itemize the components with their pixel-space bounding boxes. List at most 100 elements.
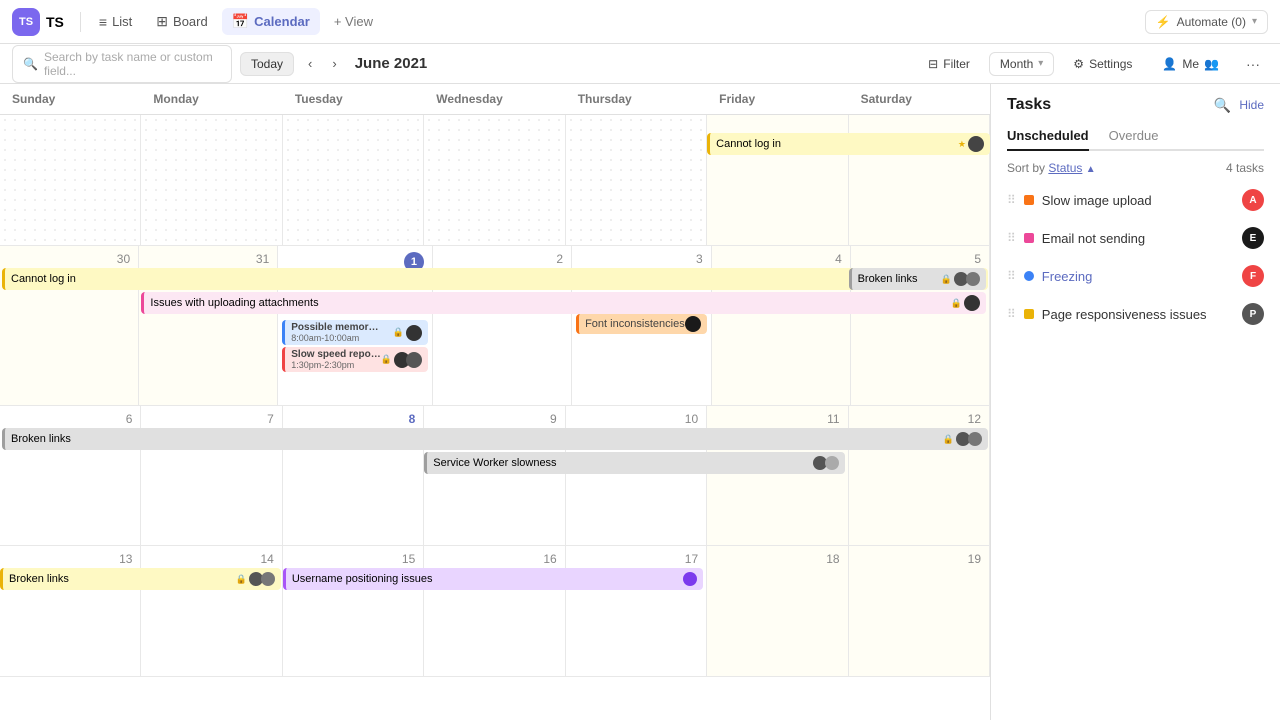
cell-jun11: 11 — [707, 406, 848, 545]
day-14: 14 — [145, 550, 277, 568]
day-header-mon: Monday — [141, 84, 282, 114]
event-broken-links-week2[interactable]: Broken links 🔒 — [2, 428, 988, 450]
more-options-button[interactable]: ··· — [1238, 52, 1268, 76]
settings-label: Settings — [1089, 57, 1132, 71]
sort-field-link[interactable]: Status — [1048, 161, 1082, 175]
add-view-label: + View — [334, 14, 373, 29]
cell-jun17: 17 — [566, 546, 707, 676]
drag-handle[interactable]: ⠿ — [1007, 231, 1016, 245]
task-avatar-2: E — [1242, 227, 1264, 249]
event-possible-memory[interactable]: Possible memor… 8:00am-10:00am 🔒 — [282, 320, 428, 345]
tab-unscheduled[interactable]: Unscheduled — [1007, 122, 1089, 151]
drag-handle[interactable]: ⠿ — [1007, 193, 1016, 207]
app-logo: TS TS — [12, 8, 64, 36]
task-item-freezing[interactable]: ⠿ Freezing F — [999, 257, 1272, 295]
event-avatar — [685, 316, 701, 332]
today-button[interactable]: Today — [240, 52, 294, 76]
font-event-wrapper: Font inconsistencies — [576, 314, 707, 334]
avatar2 — [966, 272, 980, 286]
settings-button[interactable]: ⚙ Settings — [1062, 52, 1143, 76]
me-button[interactable]: 👤 Me 👥 — [1151, 52, 1230, 76]
next-month-arrow[interactable]: › — [326, 52, 342, 75]
event-uploading-attachments[interactable]: Issues with uploading attachments 🔒 — [141, 292, 986, 314]
day-12: 12 — [853, 410, 985, 428]
day-11: 11 — [711, 410, 843, 428]
month-title: June 2021 — [355, 55, 428, 72]
event-broken-links-week3[interactable]: Broken links 🔒 — [0, 568, 281, 590]
task-avatar-4: P — [1242, 303, 1264, 325]
task-item-slow-image[interactable]: ⠿ Slow image upload A — [999, 181, 1272, 219]
tab-overdue[interactable]: Overdue — [1109, 122, 1159, 151]
event-label: Cannot log in — [716, 138, 781, 150]
me-label: Me — [1182, 57, 1199, 71]
lock-icon: 🔒 — [393, 327, 404, 338]
event-cannot-log-in-week1[interactable]: Cannot log in 🔒 — [2, 268, 988, 290]
day-7: 7 — [145, 410, 277, 428]
nav-tab-list[interactable]: ≡ List — [89, 9, 142, 35]
avatar — [683, 572, 697, 586]
drag-handle[interactable]: ⠿ — [1007, 307, 1016, 321]
tasks-tabs: Unscheduled Overdue — [1007, 122, 1264, 151]
task-item-page-responsiveness[interactable]: ⠿ Page responsiveness issues P — [999, 295, 1272, 333]
event-cannot-log-in-week0[interactable]: Cannot log in ★ — [707, 133, 990, 155]
tasks-actions: 🔍 Hide — [1214, 97, 1264, 114]
calendar-week-1: 30 31 1 Possible memor… 8:00am-10:00am — [0, 246, 990, 406]
cell-jun9: 9 — [424, 406, 565, 545]
day-header-tue: Tuesday — [283, 84, 424, 114]
task-avatar-3: F — [1242, 265, 1264, 287]
event-username-positioning[interactable]: Username positioning issues — [283, 568, 703, 590]
tasks-count: 4 tasks — [1226, 161, 1264, 175]
lock-icon: 🔒 — [236, 574, 247, 585]
month-chevron: ▾ — [1038, 58, 1043, 69]
day-31: 31 — [143, 250, 273, 268]
lock-icon: 🔒 — [951, 298, 962, 309]
search-placeholder: Search by task name or custom field... — [44, 50, 221, 78]
cell-prev-sun — [0, 115, 141, 245]
cell-jun19: 19 — [849, 546, 990, 676]
avatar2 — [261, 572, 275, 586]
day-6: 6 — [4, 410, 136, 428]
app-name: TS — [46, 14, 64, 30]
logo-circle: TS — [12, 8, 40, 36]
search-icon: 🔍 — [23, 57, 38, 71]
cell-jun13: 13 — [0, 546, 141, 676]
event-broken-links-week1[interactable]: Broken links 🔒 — [849, 268, 986, 290]
event-slow-speed[interactable]: Slow speed repo… 1:30pm-2:30pm 🔒 — [282, 347, 428, 372]
event-avatar — [406, 325, 422, 341]
month-view-button[interactable]: Month ▾ — [989, 52, 1054, 76]
month-btn-label: Month — [1000, 57, 1033, 71]
day-30: 30 — [4, 250, 134, 268]
tasks-search-icon[interactable]: 🔍 — [1214, 97, 1231, 114]
task-item-email[interactable]: ⠿ Email not sending E — [999, 219, 1272, 257]
nav-tab-calendar[interactable]: 📅 Calendar — [222, 8, 320, 35]
cell-jun12: 12 — [849, 406, 990, 545]
board-icon: ⊞ — [156, 13, 168, 30]
main-content: Sunday Monday Tuesday Wednesday Thursday… — [0, 84, 1280, 720]
sort-direction-icon: ▲ — [1086, 164, 1096, 175]
calendar-body: Cannot log in ★ 30 31 1 — [0, 115, 990, 720]
automate-label: Automate (0) — [1177, 15, 1246, 29]
drag-handle[interactable]: ⠿ — [1007, 269, 1016, 283]
cell-jun15: 15 — [283, 546, 424, 676]
tasks-panel: Tasks 🔍 Hide Unscheduled Overdue Sort by… — [990, 84, 1280, 720]
cell-jun18: 18 — [707, 546, 848, 676]
event-avatar — [968, 136, 984, 152]
automate-btn[interactable]: ⚡ Automate (0) ▾ — [1145, 10, 1268, 34]
nav-tab-board-label: Board — [173, 14, 208, 29]
toolbar: 🔍 Search by task name or custom field...… — [0, 44, 1280, 84]
nav-tab-board[interactable]: ⊞ Board — [146, 8, 217, 35]
group-icon: 👥 — [1204, 57, 1219, 71]
task-name-3[interactable]: Freezing — [1042, 269, 1234, 284]
task-name-4: Page responsiveness issues — [1042, 307, 1234, 322]
search-box[interactable]: 🔍 Search by task name or custom field... — [12, 45, 232, 83]
add-view-btn[interactable]: + View — [324, 9, 383, 34]
event-label: Broken links — [11, 433, 71, 445]
event-service-worker[interactable]: Service Worker slowness — [424, 452, 844, 474]
filter-button[interactable]: ⊟ Filter — [917, 52, 981, 76]
hide-button[interactable]: Hide — [1239, 98, 1264, 112]
day-9: 9 — [428, 410, 560, 428]
day-2: 2 — [437, 250, 567, 268]
event-font-inconsistencies[interactable]: Font inconsistencies — [576, 314, 707, 334]
prev-month-arrow[interactable]: ‹ — [302, 52, 318, 75]
status-dot-pink — [1024, 233, 1034, 243]
